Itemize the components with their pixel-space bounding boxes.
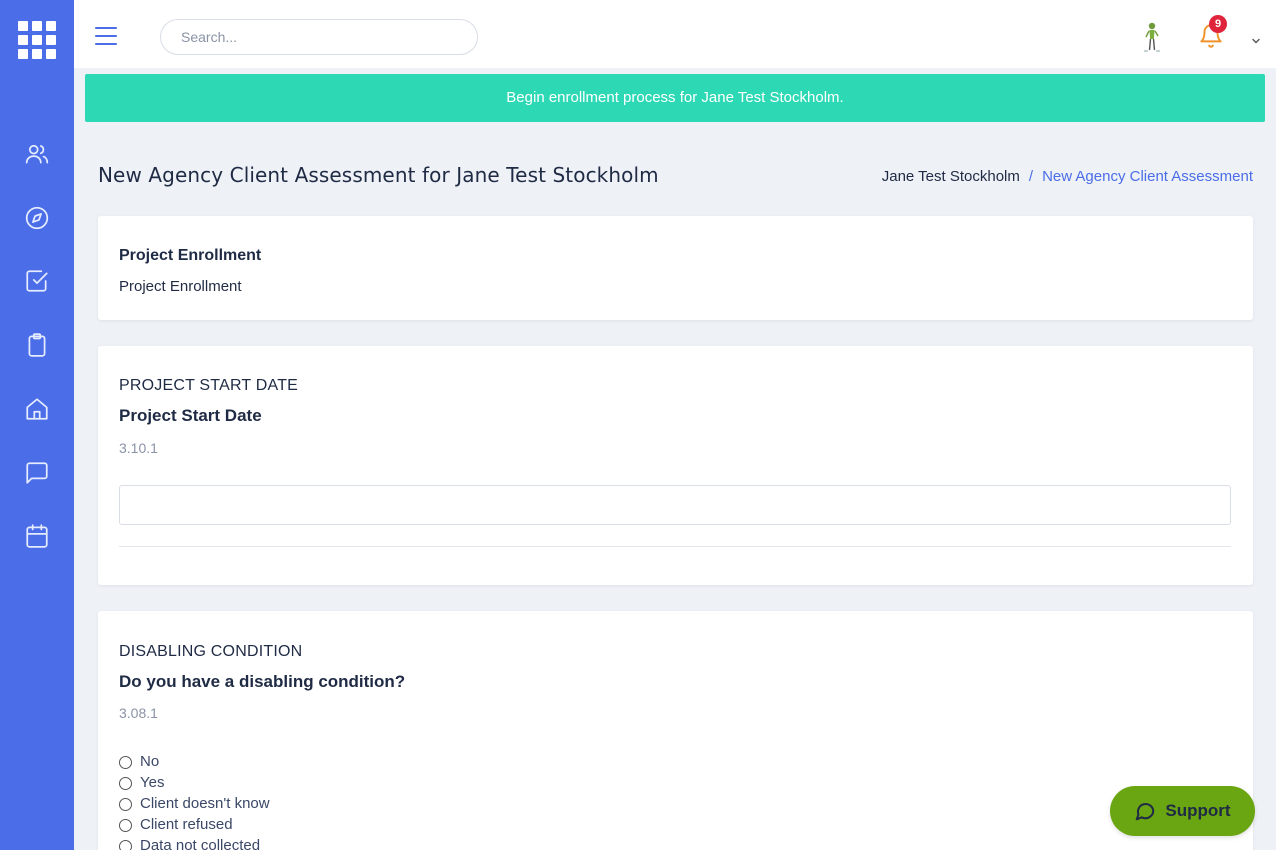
- field-question: Do you have a disabling condition?: [119, 672, 406, 691]
- page-title: New Agency Client Assessment for Jane Te…: [98, 163, 659, 187]
- radio-button[interactable]: [119, 777, 132, 790]
- compass-icon[interactable]: [24, 205, 50, 231]
- radio-option-no[interactable]: No: [119, 751, 270, 772]
- section-subtitle: Project Enrollment: [119, 278, 242, 295]
- sidebar: [0, 0, 74, 850]
- divider: [119, 546, 1231, 547]
- field-code: 3.08.1: [119, 705, 158, 721]
- breadcrumb: Jane Test Stockholm / New Agency Client …: [882, 168, 1253, 185]
- apps-grid-icon[interactable]: [18, 21, 56, 59]
- breadcrumb-current: New Agency Client Assessment: [1042, 168, 1253, 185]
- topbar: 9: [74, 0, 1276, 68]
- radio-option-refused[interactable]: Client refused: [119, 814, 270, 835]
- field-question: Project Start Date: [119, 406, 262, 425]
- disabling-condition-card: DISABLING CONDITION Do you have a disabl…: [98, 611, 1253, 850]
- field-caps-label: DISABLING CONDITION: [119, 643, 303, 660]
- field-code: 3.10.1: [119, 440, 158, 456]
- message-icon[interactable]: [24, 460, 50, 486]
- checkbox-icon[interactable]: [24, 268, 50, 294]
- notification-badge: 9: [1209, 15, 1227, 33]
- calendar-icon[interactable]: [24, 523, 50, 549]
- support-label: Support: [1165, 801, 1231, 820]
- search-input[interactable]: [160, 19, 478, 55]
- enrollment-alert: Begin enrollment process for Jane Test S…: [85, 74, 1265, 122]
- clipboard-icon[interactable]: [24, 332, 50, 358]
- home-icon[interactable]: [24, 396, 50, 422]
- radio-button[interactable]: [119, 798, 132, 811]
- breadcrumb-separator: /: [1028, 168, 1034, 185]
- start-date-card: PROJECT START DATE Project Start Date 3.…: [98, 346, 1253, 585]
- chevron-down-icon[interactable]: [1250, 31, 1262, 44]
- disabling-options: No Yes Client doesn't know Client refuse…: [119, 751, 270, 850]
- radio-option-doesnt-know[interactable]: Client doesn't know: [119, 793, 270, 814]
- chat-bubble-icon: [1136, 803, 1155, 821]
- support-button[interactable]: Support: [1110, 786, 1255, 836]
- radio-button[interactable]: [119, 840, 132, 850]
- radio-button[interactable]: [119, 819, 132, 832]
- users-icon[interactable]: [24, 141, 50, 167]
- field-caps-label: PROJECT START DATE: [119, 377, 299, 394]
- enrollment-card: Project Enrollment Project Enrollment: [98, 216, 1253, 320]
- radio-button[interactable]: [119, 756, 132, 769]
- radio-option-not-collected[interactable]: Data not collected: [119, 835, 270, 850]
- menu-toggle-icon[interactable]: [95, 27, 117, 45]
- breadcrumb-client[interactable]: Jane Test Stockholm: [882, 168, 1020, 185]
- start-date-input[interactable]: [119, 485, 1231, 525]
- radio-option-yes[interactable]: Yes: [119, 772, 270, 793]
- avatar[interactable]: [1137, 20, 1167, 54]
- section-title: Project Enrollment: [119, 247, 262, 264]
